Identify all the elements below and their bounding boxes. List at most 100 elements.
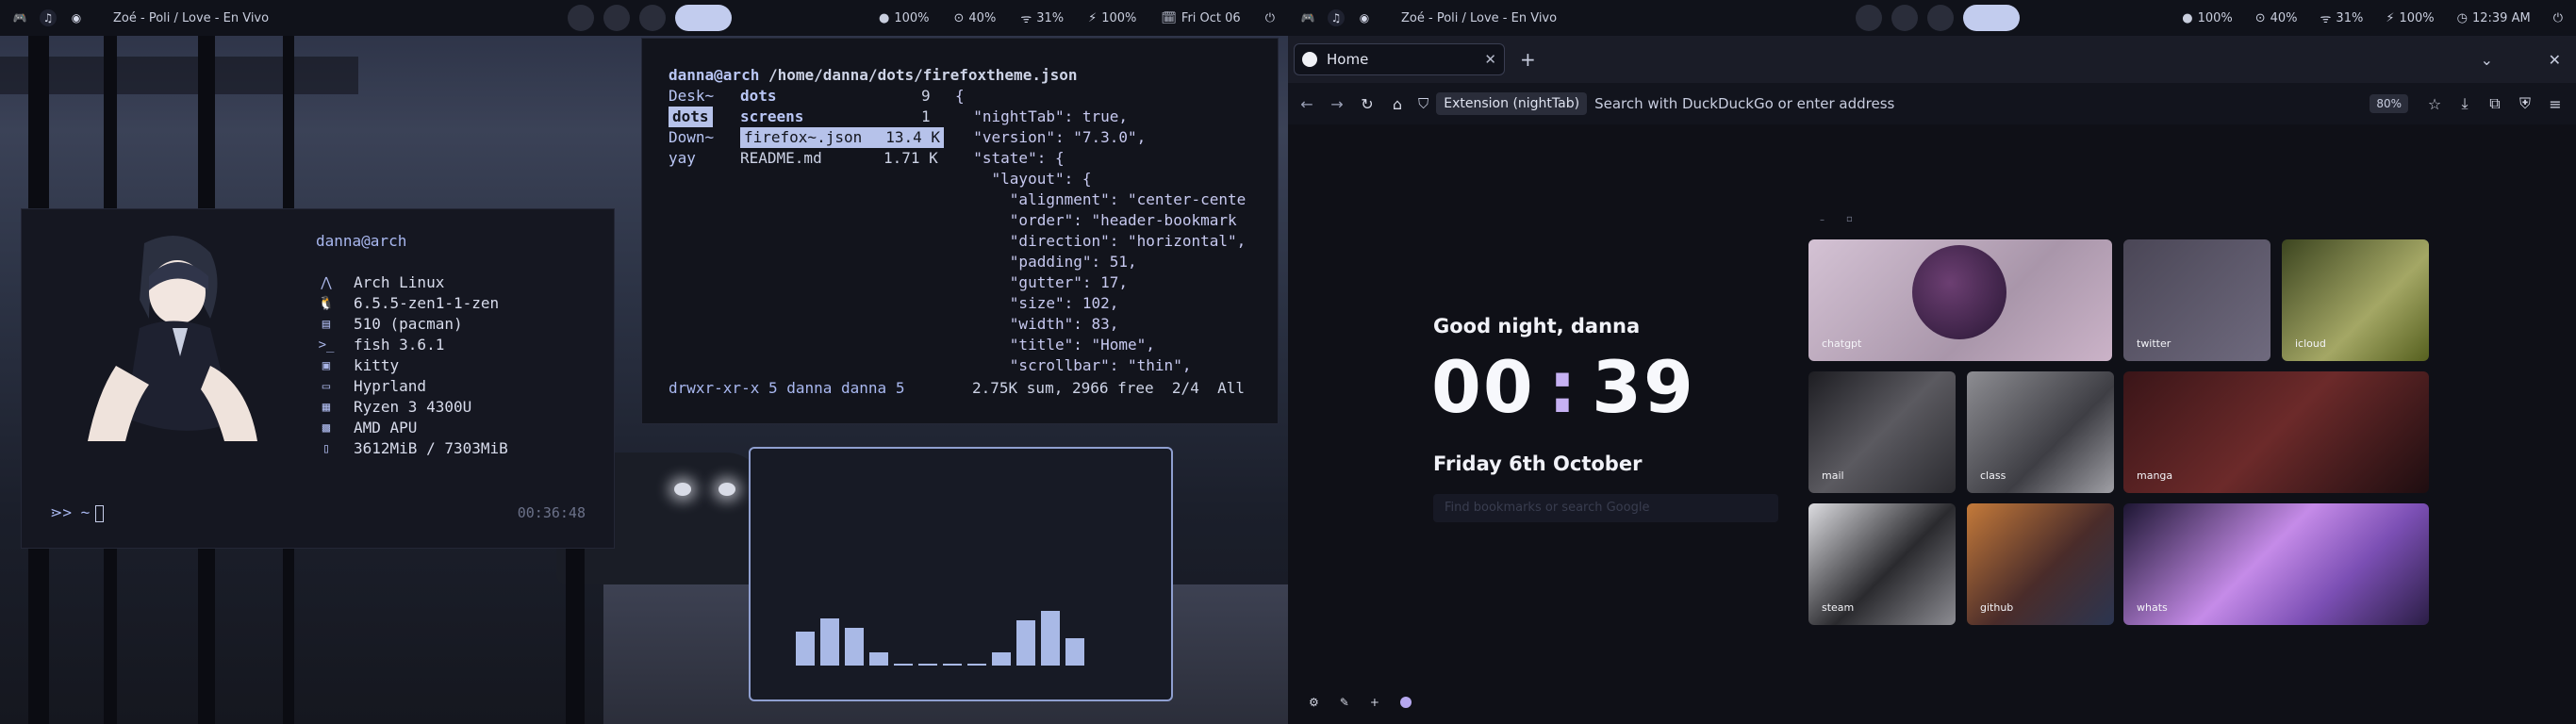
brightness-status[interactable]: ⊙ 40% [954, 11, 997, 25]
shell-prompt[interactable]: ⋗> ~ [50, 503, 105, 522]
audio-visualizer [749, 447, 1173, 701]
file-item[interactable]: README.md [740, 148, 822, 169]
visualizer-bar [943, 664, 962, 666]
bookmark-chatgpt[interactable]: chatgpt [1808, 239, 2112, 361]
zoom-indicator[interactable]: 80% [2370, 94, 2408, 113]
visualizer-bar [1016, 620, 1035, 666]
tab-home[interactable]: Home ✕ [1294, 43, 1505, 75]
calendar-icon: 🗓 [1161, 10, 1177, 25]
memory-icon: ▯ [322, 441, 331, 456]
bookmark-whats[interactable]: whats [2123, 503, 2429, 625]
time-status[interactable]: ◷ 12:39 AM [2457, 11, 2531, 25]
close-tab-icon[interactable]: ✕ [1484, 51, 1496, 68]
volume-status[interactable]: ● 100% [879, 11, 930, 25]
bookmark-class[interactable]: class [1967, 371, 2114, 493]
memory-value: 3612MiB / 7303MiB [354, 439, 508, 457]
collapse-icon[interactable]: – [1820, 215, 1825, 225]
cpu-value: Ryzen 3 4300U [354, 398, 472, 416]
group-edit-icon[interactable]: ▫ [1846, 214, 1853, 224]
reload-icon[interactable]: ↻ [1352, 95, 1382, 113]
workspace-button[interactable] [1927, 5, 1954, 31]
battery-icon: ⚡ [1088, 10, 1098, 25]
visualizer-bar [869, 652, 888, 666]
window-manager-icon: ▭ [322, 379, 331, 394]
file-item-selected[interactable]: firefox~.json 13.4 K [740, 127, 944, 148]
extension-identity[interactable]: Extension (nightTab) [1436, 92, 1588, 115]
forward-icon[interactable]: → [1322, 95, 1352, 113]
settings-icon[interactable]: ⚙ [1309, 696, 1319, 709]
bookmark-manga[interactable]: manga [2123, 371, 2429, 493]
workspace-button[interactable] [1856, 5, 1882, 31]
back-icon[interactable]: ← [1292, 95, 1322, 113]
visualizer-bar [845, 628, 864, 666]
home-icon[interactable]: ⌂ [1382, 95, 1412, 113]
bookmark-steam[interactable]: steam [1808, 503, 1956, 625]
nighttab-page: – ▫ Good night, danna 00:39 Friday 6th O… [1288, 124, 2576, 724]
left-monitor: 🎮 ♫ ◉ Zoé - Poli / Love - En Vivo ● 100% … [0, 0, 1288, 724]
spotify-icon[interactable]: ♫ [40, 9, 57, 26]
workspace-active[interactable] [1963, 5, 2020, 31]
address-input[interactable]: Search with DuckDuckGo or enter address [1594, 95, 1894, 112]
bookmark-search-input[interactable]: Find bookmarks or search Google [1433, 494, 1778, 522]
power-icon[interactable]: ⏻ [2553, 11, 2563, 25]
gamepad-icon[interactable]: 🎮 [11, 9, 28, 26]
battery-status[interactable]: ⚡ 100% [1088, 11, 1136, 25]
top-bar: 🎮 ♫ ◉ Zoé - Poli / Love - En Vivo ● 100% … [1288, 0, 2576, 36]
bottom-toolbar: ⚙ ✎ + [1309, 696, 1412, 709]
visualizer-bar [967, 664, 986, 666]
bookmark-mail[interactable]: mail [1808, 371, 1956, 493]
downloads-icon[interactable]: ⤓ [2450, 94, 2480, 113]
brightness-status[interactable]: ⊙ 40% [2255, 11, 2298, 25]
battery-status[interactable]: ⚡ 100% [2386, 11, 2434, 25]
menu-icon[interactable]: ≡ [2540, 95, 2570, 113]
wifi-status[interactable]: ᯤ 31% [2320, 9, 2364, 27]
shield-icon[interactable]: ⛉ [1418, 95, 1428, 112]
new-tab-button[interactable]: + [1520, 48, 1536, 71]
file-manager-terminal[interactable]: danna@arch /home/danna/dots/firefoxtheme… [641, 38, 1279, 424]
bookmark-icloud[interactable]: icloud [2282, 239, 2429, 361]
file-item-size: 1.71 K [883, 149, 938, 167]
parent-dir-item-selected[interactable]: dots [669, 107, 713, 127]
dir-item-size: 1 [921, 107, 931, 125]
add-icon[interactable]: + [1370, 696, 1379, 709]
edit-icon[interactable]: ✎ [1340, 696, 1349, 709]
ublock-icon[interactable]: ⛨ [2510, 94, 2540, 113]
disk-status: 2.75K sum, 2966 free 2/4 All [972, 379, 1245, 397]
circle-icon[interactable]: ◉ [68, 9, 85, 26]
parent-dir-item[interactable]: Desk~ [669, 86, 714, 107]
fetch-terminal[interactable]: danna@arch ⋀ Arch Linux 🐧 6.5.5-zen1-1-zen… [21, 208, 615, 549]
shell-icon: >_ [318, 337, 335, 353]
date-status[interactable]: 🗓 Fri Oct 06 [1161, 11, 1240, 25]
workspace-button[interactable] [603, 5, 630, 31]
prompt-time: 00:36:48 [517, 504, 586, 521]
anime-girl-art [88, 236, 257, 441]
bookmark-github[interactable]: github [1967, 503, 2114, 625]
wifi-status[interactable]: ᯤ 31% [1020, 9, 1064, 27]
spotify-icon[interactable]: ♫ [1328, 9, 1345, 26]
kernel-icon: 🐧 [318, 296, 335, 311]
gamepad-icon[interactable]: 🎮 [1299, 9, 1316, 26]
dir-item[interactable]: screens [740, 107, 803, 127]
bookmark-star-icon[interactable]: ☆ [2419, 95, 2450, 113]
bookmark-twitter[interactable]: twitter [2123, 239, 2271, 361]
close-window-icon[interactable]: ✕ [2549, 51, 2561, 69]
workspace-active[interactable] [675, 5, 732, 31]
workspace-button[interactable] [568, 5, 594, 31]
arch-icon: ⋀ [321, 275, 332, 290]
theme-accent-icon[interactable] [1399, 697, 1412, 708]
list-tabs-icon[interactable]: ⌄ [2481, 51, 2493, 69]
workspace-button[interactable] [639, 5, 666, 31]
extensions-icon[interactable]: ⧉ [2480, 94, 2510, 113]
parent-dir-item[interactable]: yay [669, 148, 696, 169]
visualizer-bar [796, 632, 815, 666]
circle-icon[interactable]: ◉ [1356, 9, 1373, 26]
workspace-button[interactable] [1891, 5, 1918, 31]
visualizer-bar [1041, 611, 1060, 666]
dir-item-size: 9 [921, 87, 931, 105]
dir-item[interactable]: dots [740, 86, 777, 107]
volume-status[interactable]: ● 100% [2182, 11, 2233, 25]
power-icon[interactable]: ⏻ [1265, 11, 1275, 25]
address-bar[interactable]: ⛉ Extension (nightTab) Search with DuckD… [1412, 88, 2419, 120]
parent-dir-item[interactable]: Down~ [669, 127, 714, 148]
workspaces [1856, 5, 2020, 31]
